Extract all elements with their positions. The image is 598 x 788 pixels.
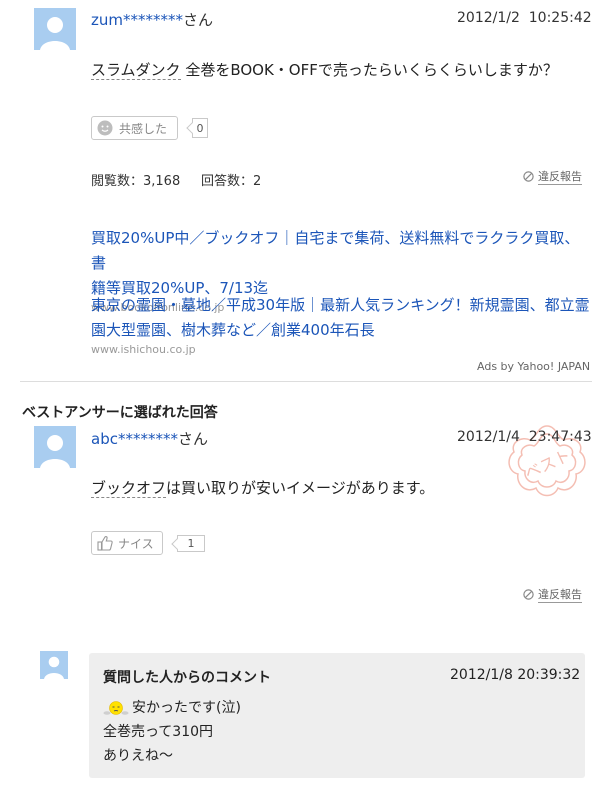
ads-attribution[interactable]: Ads by Yahoo! JAPAN: [477, 360, 590, 373]
answer-user[interactable]: abc********さん: [91, 428, 208, 449]
comment-box: 質問した人からのコメント 2012/1/8 20:39:32 安かったです(泣)…: [89, 653, 585, 778]
comment-line: ありえね〜: [103, 748, 173, 764]
answer-timestamp: 2012/1/4 23:47:43: [457, 429, 592, 445]
smiley-icon: [97, 120, 113, 136]
comment-timestamp: 2012/1/8 20:39:32: [450, 667, 581, 683]
ad-url: www.ishichou.co.jp: [91, 343, 196, 356]
comment-title: 質問した人からのコメント: [103, 670, 271, 686]
comment-avatar[interactable]: [40, 651, 68, 679]
question-user[interactable]: zum********さん: [91, 9, 213, 30]
comment-body: 安かったです(泣) 全巻売って310円 ありえね〜: [103, 696, 241, 768]
answer-report-link[interactable]: 違反報告: [523, 586, 582, 603]
question-report-link[interactable]: 違反報告: [523, 168, 582, 185]
answers-count: 回答数：2: [201, 174, 262, 189]
nice-button[interactable]: ナイス: [91, 531, 163, 555]
comment-line: 全巻売って310円: [103, 724, 214, 740]
nice-label: ナイス: [118, 536, 154, 551]
user-silhouette-icon: [40, 17, 70, 50]
best-answer-heading: ベストアンサーに選ばれた回答: [22, 405, 218, 421]
user-silhouette-icon: [44, 656, 64, 679]
question-timestamp: 2012/1/2 10:25:42: [457, 10, 592, 26]
keyword-link[interactable]: スラムダンク: [91, 61, 181, 80]
keyword-link[interactable]: ブックオフ: [91, 479, 167, 498]
comment-line: 安かったです(泣): [132, 700, 241, 716]
prohibited-icon: [523, 171, 534, 182]
prohibited-icon: [523, 589, 534, 600]
ad-title[interactable]: 東京の霊園・墓地／平成30年版｜最新人気ランキング！新規霊園、都立霊: [91, 293, 591, 318]
user-silhouette-icon: [40, 435, 70, 468]
section-divider: [20, 381, 592, 382]
empathy-label: 共感した: [119, 121, 168, 136]
answer-avatar[interactable]: [34, 426, 76, 468]
answer-text: ブックオフは買い取りが安いイメージがあります。: [91, 479, 435, 498]
ad-title[interactable]: 買取20%UP中／ブックオフ｜自宅まで集荷、送料無料でラクラク買取、書: [91, 226, 591, 276]
crying-face-emoji-icon: [103, 701, 129, 715]
ad-item-2[interactable]: 東京の霊園・墓地／平成30年版｜最新人気ランキング！新規霊園、都立霊 園大型霊園…: [91, 293, 591, 356]
svg-text:ベスト: ベスト: [522, 446, 574, 484]
views-count: 閲覧数：3,168: [91, 174, 181, 189]
nice-count: 1: [177, 535, 205, 552]
empathy-count: 0: [192, 118, 208, 138]
ad-title-cont[interactable]: 園大型霊園、樹木葬など／創業400年石長: [91, 318, 591, 343]
thumbs-up-icon: [97, 536, 113, 551]
empathy-button[interactable]: 共感した: [91, 116, 178, 140]
question-avatar[interactable]: [34, 8, 76, 50]
question-text: スラムダンク 全巻をBOOK・OFFで売ったらいくらくらいしますか？: [91, 61, 558, 80]
